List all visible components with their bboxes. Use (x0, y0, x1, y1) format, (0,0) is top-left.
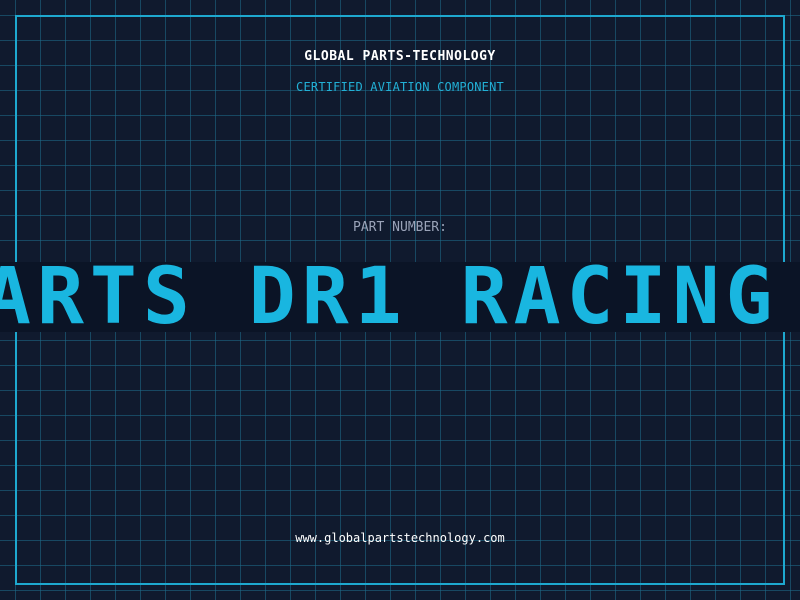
certificate-card: GLOBAL PARTS-TECHNOLOGY CERTIFIED AVIATI… (0, 0, 800, 600)
part-number-label: PART NUMBER: (353, 220, 447, 235)
part-number-value: ARTS DR1 RACING FP (0, 262, 800, 332)
part-number-band: ARTS DR1 RACING FP (0, 262, 800, 332)
certification-tagline: CERTIFIED AVIATION COMPONENT (296, 80, 504, 94)
company-name: GLOBAL PARTS-TECHNOLOGY (304, 49, 496, 64)
website-link[interactable]: www.globalpartstechnology.com (0, 531, 800, 545)
